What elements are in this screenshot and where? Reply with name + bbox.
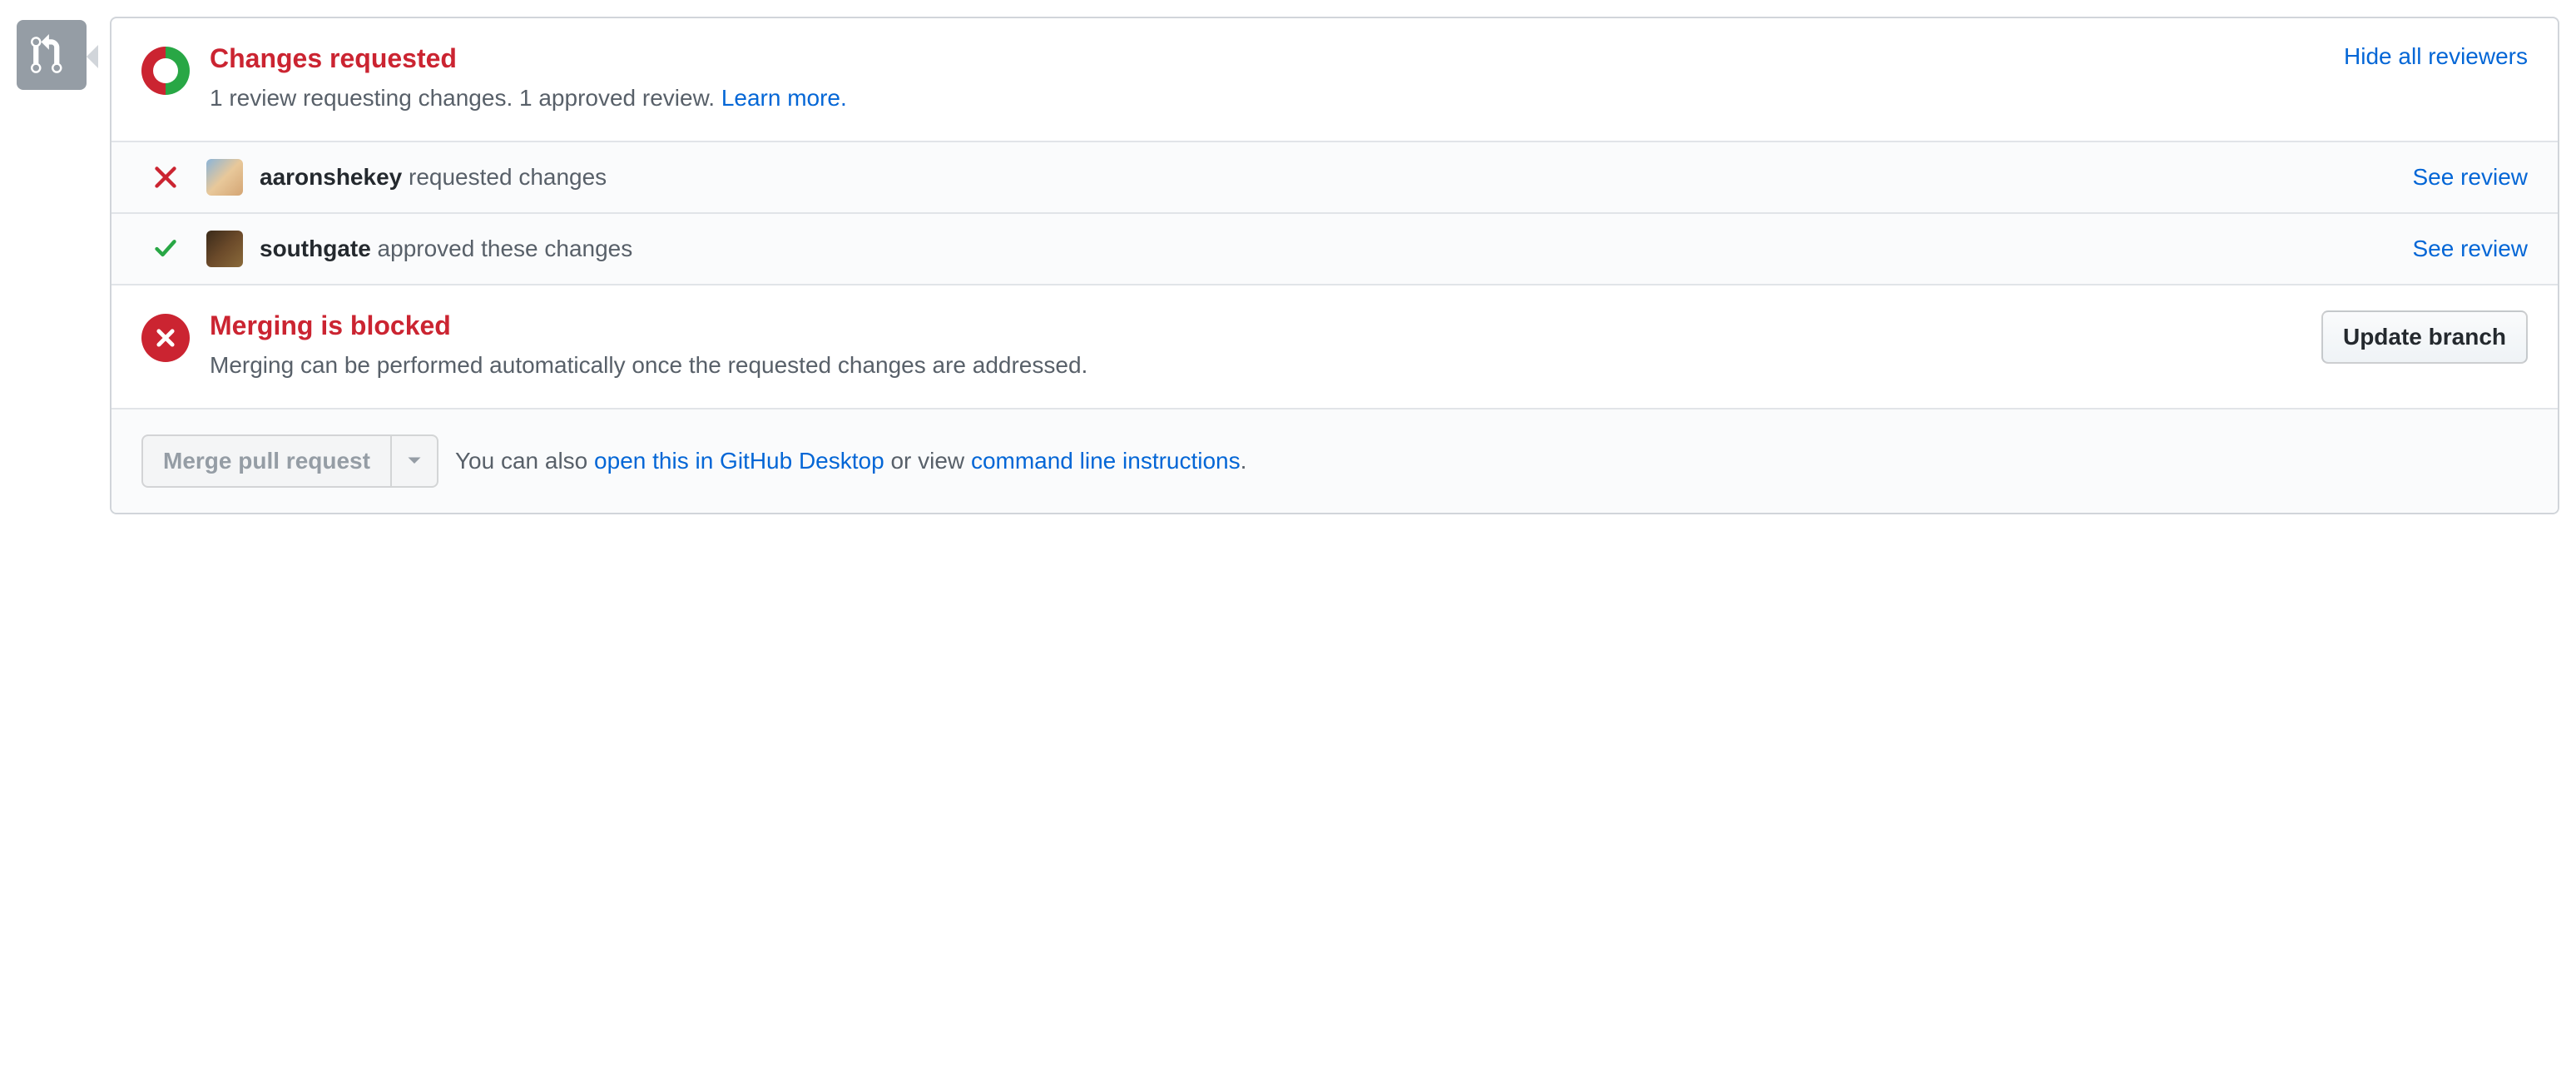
approved-icon [141,237,190,261]
footer-text-prefix: You can also [455,448,594,474]
merge-dropdown-button[interactable] [390,434,438,488]
footer-help-text: You can also open this in GitHub Desktop… [455,448,1246,474]
review-summary-text: 1 review requesting changes. 1 approved … [210,85,721,111]
merge-button-group: Merge pull request [141,434,438,488]
review-summary-section: Changes requested 1 review requesting ch… [111,18,2558,142]
cli-instructions-link[interactable]: command line instructions [971,448,1241,474]
changes-requested-icon [141,166,190,189]
avatar[interactable] [206,231,243,267]
reviewer-text: aaronshekey requested changes [260,164,2395,191]
reviewer-username[interactable]: aaronshekey [260,164,402,190]
review-summary-description: 1 review requesting changes. 1 approved … [210,81,2324,116]
reviewer-username[interactable]: southgate [260,236,371,261]
merge-status-box: Changes requested 1 review requesting ch… [110,17,2559,514]
see-review-link[interactable]: See review [2412,236,2528,262]
avatar[interactable] [206,159,243,196]
merge-blocked-title: Merging is blocked [210,310,2301,341]
review-summary-title: Changes requested [210,43,2324,74]
merge-blocked-description: Merging can be performed automatically o… [210,348,2301,383]
open-desktop-link[interactable]: open this in GitHub Desktop [594,448,884,474]
blocked-x-icon [141,314,190,362]
reviewer-action: approved these changes [371,236,632,261]
reviewer-action: requested changes [402,164,607,190]
update-branch-button[interactable]: Update branch [2321,310,2528,364]
merge-blocked-section: Merging is blocked Merging can be perfor… [111,285,2558,408]
pull-request-icon [17,20,87,90]
reviewer-row: southgate approved these changes See rev… [111,214,2558,285]
merge-footer: Merge pull request You can also open thi… [111,408,2558,513]
reviewer-text: southgate approved these changes [260,236,2395,262]
chevron-down-icon [407,456,422,466]
toggle-reviewers-link[interactable]: Hide all reviewers [2344,43,2528,69]
merge-pull-request-button[interactable]: Merge pull request [141,434,390,488]
footer-text-suffix: . [1241,448,1247,474]
see-review-link[interactable]: See review [2412,164,2528,191]
reviewer-row: aaronshekey requested changes See review [111,142,2558,214]
footer-text-middle: or view [884,448,971,474]
review-status-donut-icon [141,47,190,95]
learn-more-link[interactable]: Learn more. [721,85,847,111]
